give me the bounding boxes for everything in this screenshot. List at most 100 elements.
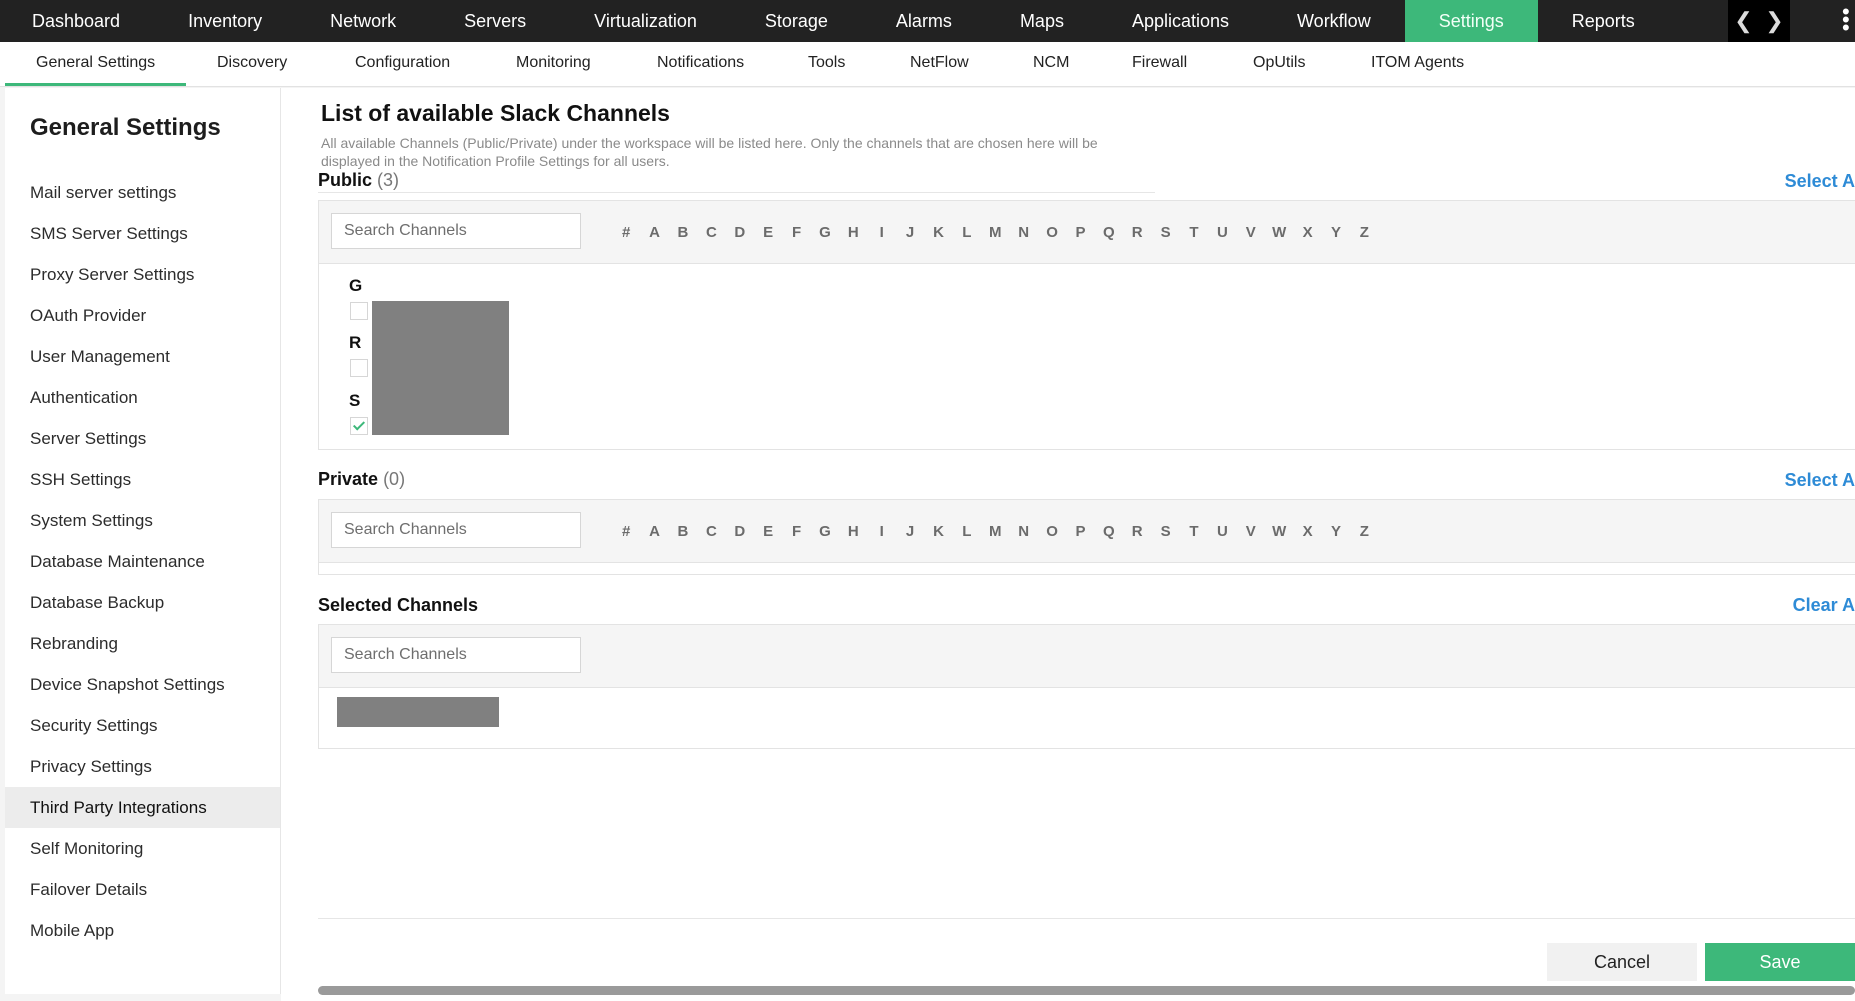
alphabet-filter-letter[interactable]: I: [868, 224, 896, 241]
alphabet-filter-letter[interactable]: B: [669, 523, 697, 540]
nav-item-servers[interactable]: Servers: [430, 0, 560, 42]
private-select-all-link[interactable]: Select A: [1785, 470, 1855, 491]
tab-configuration[interactable]: Configuration: [355, 42, 450, 86]
sidebar-item-system-settings[interactable]: System Settings: [5, 500, 280, 541]
alphabet-filter-letter[interactable]: #: [612, 224, 640, 241]
alphabet-filter-letter[interactable]: B: [669, 224, 697, 241]
nav-item-maps[interactable]: Maps: [986, 0, 1098, 42]
nav-item-workflow[interactable]: Workflow: [1263, 0, 1405, 42]
tab-itom-agents[interactable]: ITOM Agents: [1371, 42, 1464, 86]
sidebar-item-authentication[interactable]: Authentication: [5, 377, 280, 418]
kebab-menu-icon[interactable]: • • •: [1842, 1, 1850, 39]
sidebar-item-database-backup[interactable]: Database Backup: [5, 582, 280, 623]
alphabet-filter-letter[interactable]: I: [868, 523, 896, 540]
alphabet-filter-letter[interactable]: H: [839, 224, 867, 241]
alphabet-filter-letter[interactable]: U: [1208, 224, 1236, 241]
alphabet-filter-letter[interactable]: Q: [1095, 224, 1123, 241]
alphabet-filter-letter[interactable]: O: [1038, 523, 1066, 540]
nav-item-network[interactable]: Network: [296, 0, 430, 42]
sidebar-item-third-party-integrations[interactable]: Third Party Integrations: [5, 787, 280, 828]
alphabet-filter-letter[interactable]: G: [811, 224, 839, 241]
sidebar-item-server-settings[interactable]: Server Settings: [5, 418, 280, 459]
nav-item-settings[interactable]: Settings: [1404, 0, 1538, 42]
nav-item-alarms[interactable]: Alarms: [862, 0, 986, 42]
sidebar-item-ssh-settings[interactable]: SSH Settings: [5, 459, 280, 500]
alphabet-filter-letter[interactable]: A: [640, 523, 668, 540]
sidebar-item-database-maintenance[interactable]: Database Maintenance: [5, 541, 280, 582]
alphabet-filter-letter[interactable]: U: [1208, 523, 1236, 540]
alphabet-filter-letter[interactable]: X: [1293, 523, 1321, 540]
alphabet-filter-letter[interactable]: R: [1123, 523, 1151, 540]
selected-clear-all-link[interactable]: Clear A: [1793, 595, 1855, 616]
private-search-input[interactable]: [331, 512, 581, 548]
alphabet-filter-letter[interactable]: L: [953, 523, 981, 540]
alphabet-filter-letter[interactable]: D: [726, 523, 754, 540]
alphabet-filter-letter[interactable]: T: [1180, 523, 1208, 540]
sidebar-item-privacy-settings[interactable]: Privacy Settings: [5, 746, 280, 787]
alphabet-filter-letter[interactable]: T: [1180, 224, 1208, 241]
alphabet-filter-letter[interactable]: E: [754, 523, 782, 540]
alphabet-filter-letter[interactable]: J: [896, 224, 924, 241]
alphabet-filter-letter[interactable]: Z: [1350, 224, 1378, 241]
alphabet-filter-letter[interactable]: M: [981, 523, 1009, 540]
alphabet-filter-letter[interactable]: E: [754, 224, 782, 241]
selected-search-input[interactable]: [331, 637, 581, 673]
alphabet-filter-letter[interactable]: K: [924, 224, 952, 241]
alphabet-filter-letter[interactable]: F: [782, 523, 810, 540]
alphabet-filter-letter[interactable]: G: [811, 523, 839, 540]
alphabet-filter-letter[interactable]: #: [612, 523, 640, 540]
alphabet-filter-letter[interactable]: S: [1151, 523, 1179, 540]
alphabet-filter-letter[interactable]: R: [1123, 224, 1151, 241]
horizontal-scrollbar[interactable]: [318, 986, 1855, 995]
tab-monitoring[interactable]: Monitoring: [516, 42, 591, 86]
alphabet-filter-letter[interactable]: A: [640, 224, 668, 241]
tab-netflow[interactable]: NetFlow: [910, 42, 969, 86]
tab-discovery[interactable]: Discovery: [217, 42, 287, 86]
sidebar-item-oauth-provider[interactable]: OAuth Provider: [5, 295, 280, 336]
alphabet-filter-letter[interactable]: C: [697, 523, 725, 540]
sidebar-item-mail-server-settings[interactable]: Mail server settings: [5, 172, 280, 213]
alphabet-filter-letter[interactable]: Y: [1322, 224, 1350, 241]
alphabet-filter-letter[interactable]: L: [953, 224, 981, 241]
alphabet-filter-letter[interactable]: Q: [1095, 523, 1123, 540]
nav-item-storage[interactable]: Storage: [731, 0, 862, 42]
tab-firewall[interactable]: Firewall: [1132, 42, 1187, 86]
sidebar-item-self-monitoring[interactable]: Self Monitoring: [5, 828, 280, 869]
alphabet-filter-letter[interactable]: P: [1066, 224, 1094, 241]
alphabet-filter-letter[interactable]: F: [782, 224, 810, 241]
tab-ncm[interactable]: NCM: [1033, 42, 1069, 86]
alphabet-filter-letter[interactable]: J: [896, 523, 924, 540]
alphabet-filter-letter[interactable]: H: [839, 523, 867, 540]
public-select-all-link[interactable]: Select A: [1785, 171, 1855, 192]
sidebar-item-proxy-server-settings[interactable]: Proxy Server Settings: [5, 254, 280, 295]
alphabet-filter-letter[interactable]: M: [981, 224, 1009, 241]
nav-item-reports[interactable]: Reports: [1538, 0, 1669, 42]
alphabet-filter-letter[interactable]: K: [924, 523, 952, 540]
sidebar-item-user-management[interactable]: User Management: [5, 336, 280, 377]
sidebar-item-failover-details[interactable]: Failover Details: [5, 869, 280, 910]
tab-notifications[interactable]: Notifications: [657, 42, 744, 86]
chevron-right-icon[interactable]: ❯: [1765, 8, 1783, 34]
alphabet-filter-letter[interactable]: W: [1265, 523, 1293, 540]
alphabet-filter-letter[interactable]: V: [1237, 224, 1265, 241]
nav-item-inventory[interactable]: Inventory: [154, 0, 296, 42]
nav-item-applications[interactable]: Applications: [1098, 0, 1263, 42]
alphabet-filter-letter[interactable]: X: [1293, 224, 1321, 241]
alphabet-filter-letter[interactable]: C: [697, 224, 725, 241]
alphabet-filter-letter[interactable]: Y: [1322, 523, 1350, 540]
alphabet-filter-letter[interactable]: S: [1151, 224, 1179, 241]
alphabet-filter-letter[interactable]: N: [1009, 224, 1037, 241]
tab-general-settings[interactable]: General Settings: [5, 42, 187, 86]
alphabet-filter-letter[interactable]: W: [1265, 224, 1293, 241]
tab-tools[interactable]: Tools: [808, 42, 845, 86]
alphabet-filter-letter[interactable]: V: [1237, 523, 1265, 540]
alphabet-filter-letter[interactable]: P: [1066, 523, 1094, 540]
sidebar-item-mobile-app[interactable]: Mobile App: [5, 910, 280, 951]
alphabet-filter-letter[interactable]: N: [1009, 523, 1037, 540]
sidebar-item-device-snapshot-settings[interactable]: Device Snapshot Settings: [5, 664, 280, 705]
alphabet-filter-letter[interactable]: O: [1038, 224, 1066, 241]
tab-oputils[interactable]: OpUtils: [1253, 42, 1305, 86]
save-button[interactable]: Save: [1705, 943, 1855, 981]
nav-item-virtualization[interactable]: Virtualization: [560, 0, 731, 42]
channel-checkbox-s[interactable]: [350, 417, 368, 435]
